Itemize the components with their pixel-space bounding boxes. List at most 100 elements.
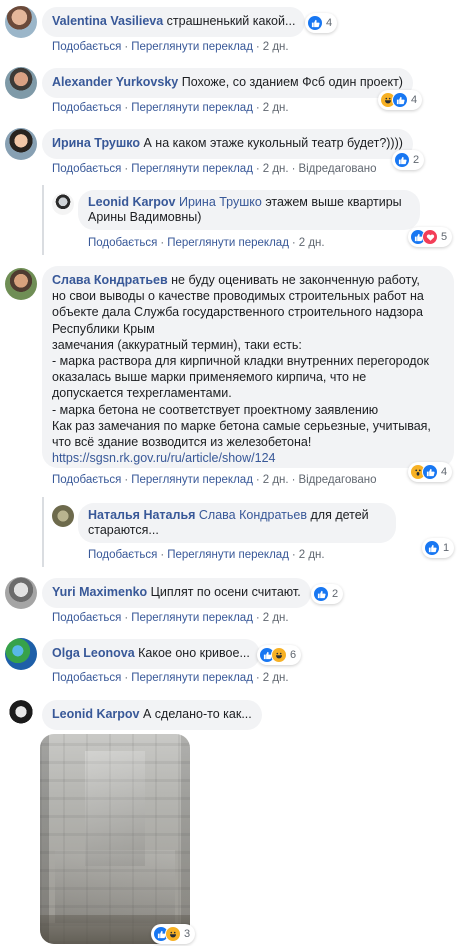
reply-thread-line (42, 185, 44, 255)
reactions[interactable]: 4 (378, 90, 423, 110)
reaction-count: 2 (413, 154, 420, 166)
like-button[interactable]: Подобається (52, 612, 121, 624)
reactions[interactable]: 4 (305, 13, 338, 33)
timestamp[interactable]: 2 дн. (299, 237, 325, 249)
avatar[interactable] (5, 577, 37, 609)
avatar[interactable] (5, 128, 37, 160)
author-name[interactable]: Yuri Maximenko (52, 585, 147, 599)
like-button[interactable]: Подобається (52, 163, 121, 175)
avatar[interactable] (5, 699, 37, 731)
reaction-count: 6 (290, 649, 297, 661)
comment-text: страшненький какой... (166, 14, 296, 28)
comment-text-line: не буду оценивать не законченную работу, (171, 273, 420, 287)
translate-button[interactable]: Переглянути переклад (131, 41, 253, 53)
comment-actions: Подобається · Переглянути переклад · 2 дн. (52, 672, 289, 684)
like-button[interactable]: Подобається (88, 237, 157, 249)
edited-label[interactable]: Відредаговано (298, 474, 376, 486)
translate-button[interactable]: Переглянути переклад (167, 237, 289, 249)
reactions[interactable]: 2 (392, 150, 425, 170)
like-button[interactable]: Подобається (52, 672, 121, 684)
haha-icon (165, 926, 181, 942)
edited-label[interactable]: Відредаговано (298, 163, 376, 175)
mention-tag[interactable]: Ирина Трушко (179, 195, 262, 209)
comment-text-line: - марка раствора для кирпичной кладки вн… (52, 354, 430, 369)
author-name[interactable]: Leonid Karpov (52, 707, 140, 721)
timestamp[interactable]: 2 дн. (263, 474, 289, 486)
article-link[interactable]: https://sgsn.rk.gov.ru/ru/article/show/1… (52, 450, 444, 466)
comment-text-line: допускается техрегламентами. (52, 386, 232, 401)
comment-bubble: Alexander Yurkovsky Похоже, со зданием Ф… (42, 68, 413, 98)
timestamp[interactable]: 2 дн. (299, 549, 325, 561)
comment-text: А сделано-то как... (143, 707, 252, 721)
reaction-count: 2 (332, 588, 339, 600)
comment-actions: Подобається · Переглянути переклад · 2 дн. (52, 102, 289, 114)
comment-bubble: Yuri Maximenko Циплят по осени считают. (42, 578, 311, 608)
comment-actions: Подобається · Переглянути переклад · 2 дн. (52, 612, 289, 624)
reactions[interactable]: 5 (408, 227, 453, 247)
like-icon (394, 152, 410, 168)
like-button[interactable]: Подобається (52, 474, 121, 486)
mention-tag[interactable]: Слава Кондратьев (199, 508, 307, 522)
timestamp[interactable]: 2 дн. (263, 672, 289, 684)
comment-bubble: Наталья Наталья Слава Кондратьев для дет… (78, 503, 396, 543)
reactions[interactable]: 2 (311, 584, 344, 604)
comment-text-line: оказалась выше марки применяемого кирпич… (52, 370, 367, 385)
translate-button[interactable]: Переглянути переклад (131, 612, 253, 624)
reactions[interactable]: 1 (422, 538, 455, 558)
translate-button[interactable]: Переглянути переклад (131, 102, 253, 114)
comment-text: для детей (310, 508, 369, 522)
comment-text-line: стараются... (88, 523, 159, 537)
translate-button[interactable]: Переглянути переклад (167, 549, 289, 561)
like-icon (424, 540, 440, 556)
avatar[interactable] (5, 67, 37, 99)
comment-text: Какое оно кривое... (138, 646, 250, 660)
author-name[interactable]: Ирина Трушко (52, 136, 140, 150)
reactions[interactable]: 4 (408, 462, 453, 482)
reactions[interactable]: 6 (257, 645, 302, 665)
like-button[interactable]: Подобається (52, 41, 121, 53)
reactions[interactable]: 3 (151, 924, 196, 944)
like-icon (422, 464, 438, 480)
timestamp[interactable]: 2 дн. (263, 163, 289, 175)
like-button[interactable]: Подобається (88, 549, 157, 561)
comment-bubble: Ирина Трушко А на каком этаже кукольный … (42, 129, 413, 159)
reaction-count: 4 (441, 466, 448, 478)
reaction-count: 5 (441, 231, 448, 243)
author-name[interactable]: Valentina Vasilieva (52, 14, 163, 28)
translate-button[interactable]: Переглянути переклад (131, 672, 253, 684)
reaction-count: 4 (411, 94, 418, 106)
author-name[interactable]: Alexander Yurkovsky (52, 75, 178, 89)
reaction-count: 1 (443, 542, 450, 554)
comment-actions: Подобається · Переглянути переклад · 2 дн. (88, 549, 325, 561)
author-name[interactable]: Наталья Наталья (88, 508, 195, 522)
timestamp[interactable]: 2 дн. (263, 41, 289, 53)
comment-bubble: Olga Leonova Какое оно кривое... (42, 639, 260, 669)
avatar[interactable] (5, 268, 37, 300)
like-button[interactable]: Подобається (52, 102, 121, 114)
avatar[interactable] (52, 193, 74, 215)
attached-photo[interactable] (40, 734, 190, 944)
comment-bubble: Leonid Karpov Ирина Трушко этажем выше к… (78, 190, 420, 230)
comment-bubble: Слава Кондратьев не буду оценивать не за… (42, 266, 454, 468)
timestamp[interactable]: 2 дн. (263, 612, 289, 624)
comment-text-line: замечания (аккуратный термин), таки есть… (52, 337, 302, 352)
haha-icon (271, 647, 287, 663)
timestamp[interactable]: 2 дн. (263, 102, 289, 114)
avatar[interactable] (52, 505, 74, 527)
reaction-count: 3 (184, 928, 191, 940)
author-name[interactable]: Leonid Karpov (88, 195, 176, 209)
comment-text: Циплят по осени считают. (150, 585, 301, 599)
author-name[interactable]: Olga Leonova (52, 646, 135, 660)
love-icon (422, 229, 438, 245)
author-name[interactable]: Слава Кондратьев (52, 273, 168, 287)
comment-text-line: Как раз замечания по марке бетона самые … (52, 418, 431, 433)
comment-actions: Подобається · Переглянути переклад · 2 дн. · В… (52, 163, 377, 175)
translate-button[interactable]: Переглянути переклад (131, 474, 253, 486)
comment-bubble: Leonid Karpov А сделано-то как... (42, 700, 262, 730)
like-icon (313, 586, 329, 602)
avatar[interactable] (5, 6, 37, 38)
comment-actions: Подобається · Переглянути переклад · 2 дн. · В… (52, 474, 377, 486)
avatar[interactable] (5, 638, 37, 670)
translate-button[interactable]: Переглянути переклад (131, 163, 253, 175)
comment-text: Похоже, со зданием Фсб один проект) (181, 75, 403, 89)
